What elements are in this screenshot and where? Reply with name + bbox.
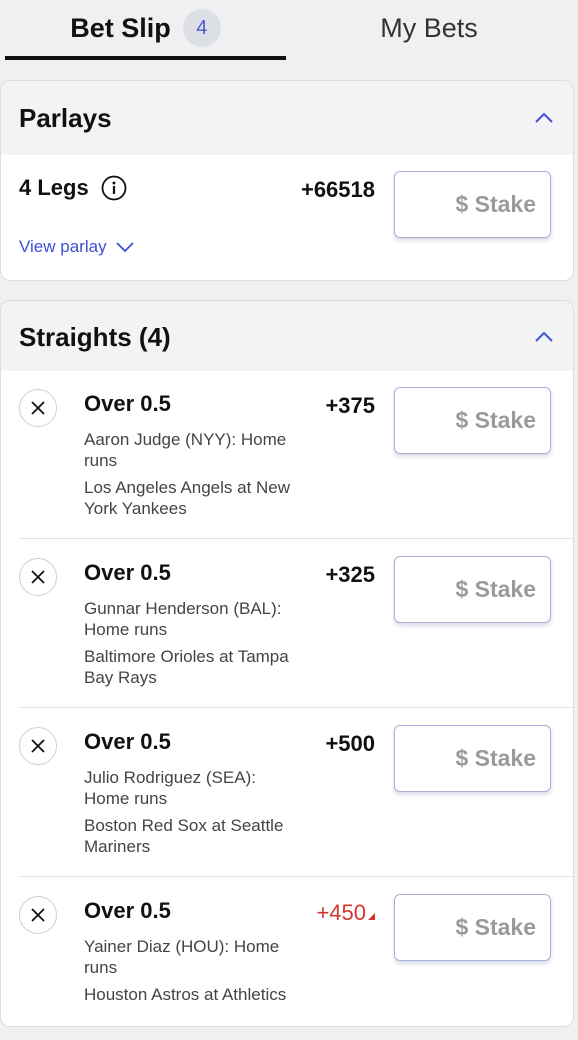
chevron-up-icon[interactable] <box>533 107 555 129</box>
straights-title: Straights (4) <box>19 321 171 352</box>
parlays-card: Parlays 4 Legs +66518 $ Stake View parla… <box>0 80 574 281</box>
close-icon <box>31 401 45 415</box>
chevron-down-icon <box>115 242 134 253</box>
parlay-stake-input[interactable]: $ Stake <box>394 171 551 238</box>
view-parlay-link[interactable]: View parlay <box>19 237 135 257</box>
close-icon <box>31 739 45 753</box>
bet-slip-tabs: Bet Slip 4 My Bets <box>0 0 578 62</box>
bet-odds-value: +450 <box>316 900 366 925</box>
view-parlay-label: View parlay <box>19 237 107 256</box>
tab-bet-slip-label: Bet Slip <box>70 12 171 43</box>
remove-bet-button[interactable] <box>19 727 57 765</box>
parlays-title: Parlays <box>19 102 112 133</box>
tab-my-bets-label: My Bets <box>380 12 478 43</box>
divider <box>19 876 573 877</box>
bet-market: Julio Rodriguez (SEA): Home runs <box>84 768 256 808</box>
bet-event: Los Angeles Angels at New York Yankees <box>84 478 291 518</box>
divider <box>19 538 573 539</box>
straights-header[interactable]: Straights (4) <box>1 301 573 371</box>
remove-bet-button[interactable] <box>19 389 57 427</box>
bet-odds: +375 <box>325 393 375 419</box>
remove-bet-button[interactable] <box>19 558 57 596</box>
bet-market: Aaron Judge (NYY): Home runs <box>84 430 287 470</box>
bet-selection: Over 0.5 <box>84 729 171 754</box>
bet-selection: Over 0.5 <box>84 391 171 416</box>
straights-card: Straights (4) Over 0.5 Aaron Judge (NYY)… <box>0 300 574 1027</box>
straight-bet-item: Over 0.5 Julio Rodriguez (SEA): Home run… <box>1 709 573 877</box>
triangle-up-icon <box>368 913 375 920</box>
bet-market: Gunnar Henderson (BAL): Home runs <box>84 599 282 639</box>
bet-event: Houston Astros at Athletics <box>84 985 287 1004</box>
bet-odds: +325 <box>325 562 375 588</box>
info-icon[interactable] <box>101 175 127 201</box>
straight-bet-item: Over 0.5 Gunnar Henderson (BAL): Home ru… <box>1 540 573 708</box>
stake-input[interactable]: $ Stake <box>394 556 551 623</box>
stake-input[interactable]: $ Stake <box>394 387 551 454</box>
divider <box>19 707 573 708</box>
chevron-up-icon[interactable] <box>533 326 555 348</box>
bet-event: Boston Red Sox at Seattle Mariners <box>84 816 284 856</box>
tab-my-bets[interactable]: My Bets <box>286 0 572 56</box>
stake-input[interactable]: $ Stake <box>394 894 551 961</box>
active-tab-indicator <box>5 56 286 60</box>
bet-odds-value: +325 <box>325 562 375 587</box>
parlays-header[interactable]: Parlays <box>1 81 573 155</box>
bet-odds-value: +500 <box>325 731 375 756</box>
remove-bet-button[interactable] <box>19 896 57 934</box>
close-icon <box>31 570 45 584</box>
stake-input[interactable]: $ Stake <box>394 725 551 792</box>
tab-bet-slip[interactable]: Bet Slip 4 <box>5 0 286 56</box>
bet-event: Baltimore Orioles at Tampa Bay Rays <box>84 647 289 687</box>
straight-bet-item: Over 0.5 Aaron Judge (NYY): Home runs Lo… <box>1 371 573 539</box>
parlay-legs: 4 Legs <box>19 175 127 201</box>
bet-selection: Over 0.5 <box>84 898 171 923</box>
bet-odds: +450 <box>316 900 375 926</box>
bet-odds-value: +375 <box>325 393 375 418</box>
bet-odds: +500 <box>325 731 375 757</box>
bet-selection: Over 0.5 <box>84 560 171 585</box>
parlay-odds: +66518 <box>300 177 375 202</box>
bet-market: Yainer Diaz (HOU): Home runs <box>84 937 280 977</box>
close-icon <box>31 908 45 922</box>
straight-bet-item: Over 0.5 Yainer Diaz (HOU): Home runs Ho… <box>1 878 573 1026</box>
bet-count-badge: 4 <box>182 9 221 47</box>
parlay-legs-label: 4 Legs <box>19 175 89 200</box>
